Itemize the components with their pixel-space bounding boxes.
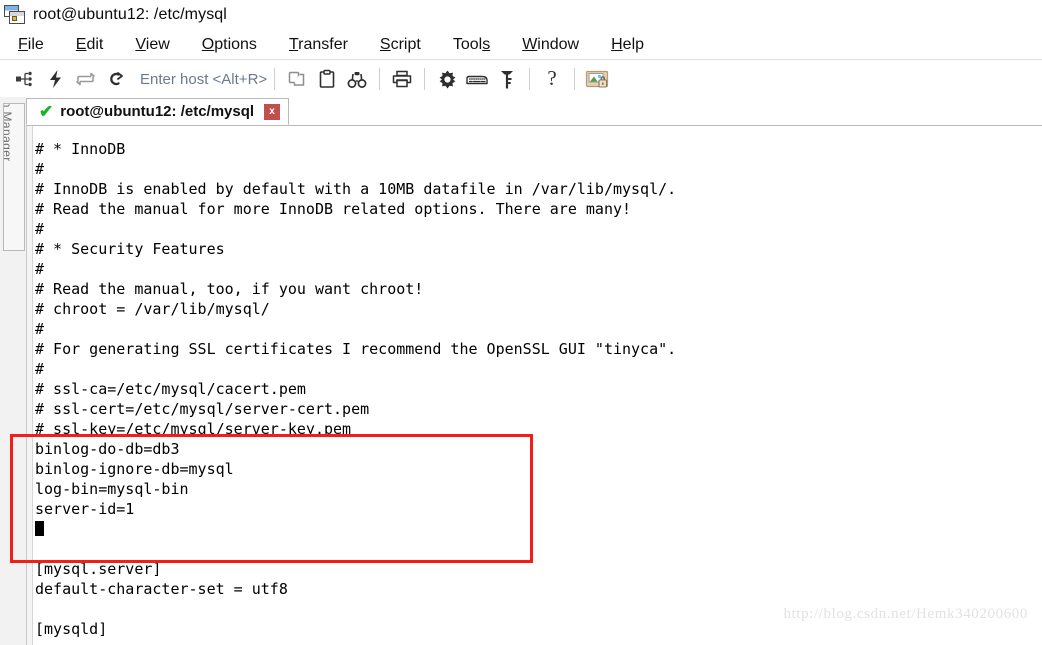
key-icon[interactable] xyxy=(492,64,522,94)
session-manager-sidebar[interactable]: Session Manager xyxy=(0,97,27,645)
toolbar: Enter host <Alt+R> ? xyxy=(0,60,1042,99)
terminal-line xyxy=(35,519,1042,539)
menu-transfer-label: ransfer xyxy=(298,35,348,53)
menu-view[interactable]: View xyxy=(135,36,169,54)
menu-options[interactable]: Options xyxy=(202,36,257,54)
menu-view-label: iew xyxy=(145,35,170,53)
terminal-line: default-character-set = utf8 xyxy=(35,580,288,598)
menu-tools-mnemonic: s xyxy=(482,35,491,53)
copy-icon[interactable] xyxy=(282,64,312,94)
terminal-line: # Read the manual for more InnoDB relate… xyxy=(35,200,632,218)
connected-check-icon: ✔ xyxy=(39,102,54,121)
tab-label: root@ubuntu12: /etc/mysql xyxy=(60,103,255,120)
menu-options-label: ptions xyxy=(214,35,257,53)
terminal-cursor xyxy=(35,521,44,536)
session-manager-panel[interactable]: Session Manager xyxy=(3,103,25,251)
tab-bar: ✔ root@ubuntu12: /etc/mysql x xyxy=(26,97,1042,126)
terminal-line: # xyxy=(35,320,45,338)
toolbar-separator-2 xyxy=(379,68,381,90)
menu-options-mnemonic: O xyxy=(201,35,215,53)
menu-edit[interactable]: Edit xyxy=(76,36,104,54)
toolbar-separator-1 xyxy=(274,68,276,90)
menu-script[interactable]: Script xyxy=(380,36,421,54)
menu-edit-label: dit xyxy=(86,35,104,53)
svg-text:?: ? xyxy=(547,68,556,90)
menu-help[interactable]: Help xyxy=(611,36,644,54)
terminal-line: # * InnoDB xyxy=(35,140,126,158)
menu-tools-prefix: Tool xyxy=(452,35,483,53)
terminal-line: # For generating SSL certificates I reco… xyxy=(35,340,677,358)
menu-help-mnemonic: H xyxy=(611,35,623,53)
menu-file[interactable]: File xyxy=(18,36,44,54)
terminal-line: # ssl-cert=/etc/mysql/server-cert.pem xyxy=(35,400,370,418)
settings-gear-icon[interactable] xyxy=(432,64,462,94)
ssh-security-icon[interactable] xyxy=(582,64,612,94)
terminal-line: # xyxy=(35,260,45,278)
find-icon[interactable] xyxy=(342,64,372,94)
terminal-left-margin xyxy=(26,125,33,645)
menu-help-label: elp xyxy=(622,35,645,53)
paste-icon[interactable] xyxy=(312,64,342,94)
title-bar: root@ubuntu12: /etc/mysql xyxy=(0,0,1042,30)
terminal-line: # InnoDB is enabled by default with a 10… xyxy=(35,180,677,198)
menu-script-label: cript xyxy=(390,35,421,53)
tab-session-root-ubuntu12[interactable]: ✔ root@ubuntu12: /etc/mysql x xyxy=(26,98,290,125)
menu-tools[interactable]: Tools xyxy=(453,36,490,54)
quick-connect-icon[interactable] xyxy=(40,64,70,94)
toolbar-separator-5 xyxy=(574,68,576,90)
terminal-line: # xyxy=(35,160,45,178)
terminal-line: # xyxy=(35,220,45,238)
menu-script-mnemonic: S xyxy=(379,35,391,53)
cascading-windows-icon xyxy=(4,4,26,26)
help-icon[interactable]: ? xyxy=(537,64,567,94)
menu-file-mnemonic: F xyxy=(18,35,28,53)
terminal-line: binlog-do-db=db3 xyxy=(35,440,180,458)
terminal-line: binlog-ignore-db=mysql xyxy=(35,460,234,478)
terminal-text: # * InnoDB # # InnoDB is enabled by defaul… xyxy=(35,139,1042,639)
menu-file-label: ile xyxy=(27,35,44,53)
terminal-line: # xyxy=(35,360,45,378)
menu-transfer[interactable]: Transfer xyxy=(289,36,348,54)
terminal-view[interactable]: # * InnoDB # # InnoDB is enabled by defaul… xyxy=(26,125,1042,645)
menu-edit-mnemonic: E xyxy=(75,35,87,53)
tab-close-button[interactable]: x xyxy=(264,103,281,120)
menu-view-mnemonic: V xyxy=(135,35,146,53)
session-manager-icon[interactable] xyxy=(10,64,40,94)
terminal-line: # * Security Features xyxy=(35,240,225,258)
disconnect-icon[interactable] xyxy=(100,64,130,94)
reconnect-icon[interactable] xyxy=(70,64,100,94)
watermark: http://blog.csdn.net/Hemk340200600 xyxy=(783,606,1028,622)
toolbar-separator-4 xyxy=(529,68,531,90)
terminal-line: [mysql.server] xyxy=(35,560,162,578)
terminal-line: # chroot = /var/lib/mysql/ xyxy=(35,300,270,318)
menu-bar: File Edit View Options Transfer Script T… xyxy=(0,30,1042,60)
terminal-line: # ssl-key=/etc/mysql/server-key.pem xyxy=(35,420,352,438)
terminal-line: log-bin=mysql-bin xyxy=(35,480,189,498)
terminal-line: server-id=1 xyxy=(35,500,135,518)
menu-window-mnemonic: W xyxy=(522,35,538,53)
terminal-line: # Read the manual, too, if you want chro… xyxy=(35,280,424,298)
print-icon[interactable] xyxy=(387,64,417,94)
menu-transfer-mnemonic: T xyxy=(288,35,299,53)
terminal-line: # ssl-ca=/etc/mysql/cacert.pem xyxy=(35,380,306,398)
menu-window[interactable]: Window xyxy=(522,36,579,54)
host-input[interactable]: Enter host <Alt+R> xyxy=(140,71,267,88)
session-manager-label: Session Manager xyxy=(3,104,14,162)
menu-window-label: indow xyxy=(537,35,580,53)
toolbar-separator-3 xyxy=(424,68,426,90)
keyboard-icon[interactable] xyxy=(462,64,492,94)
window-title: root@ubuntu12: /etc/mysql xyxy=(33,6,227,23)
